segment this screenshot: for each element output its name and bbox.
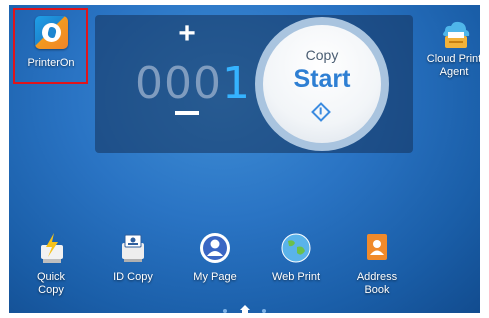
- printeron-app[interactable]: PrinterOn: [21, 16, 81, 70]
- quick-copy-label-line1: Quick: [36, 271, 66, 283]
- page-dot[interactable]: [223, 308, 228, 313]
- cloud-print-label-line2: Agent: [439, 66, 469, 78]
- address-book-icon: [367, 234, 387, 260]
- printeron-label: PrinterOn: [27, 57, 75, 69]
- page-indicator: [9, 302, 480, 313]
- address-book-app[interactable]: Address Book: [351, 231, 403, 297]
- id-copy-app[interactable]: ID Copy: [105, 231, 161, 284]
- my-page-app[interactable]: My Page: [187, 231, 243, 284]
- cloud-print-label-line1: Cloud Print: [426, 53, 480, 65]
- home-icon[interactable]: [239, 305, 250, 313]
- start-ring: Copy Start: [255, 17, 389, 151]
- web-print-icon: [281, 233, 311, 263]
- home-screen: PrinterOn Cloud Print Agent + 0001 Copy …: [9, 5, 480, 313]
- cloud-print-agent-app[interactable]: Cloud Print Agent: [421, 17, 480, 87]
- address-book-label-line1: Address: [356, 271, 398, 283]
- printeron-icon: [34, 16, 68, 49]
- page-dot[interactable]: [261, 308, 266, 313]
- copy-label: Copy: [305, 47, 339, 63]
- quick-copy-icon: [41, 233, 63, 263]
- my-page-label: My Page: [193, 271, 237, 283]
- copy-count-digit: 1: [221, 58, 251, 109]
- web-print-label: Web Print: [271, 271, 321, 283]
- copy-panel: + 0001 Copy Start: [95, 15, 413, 153]
- id-copy-label: ID Copy: [113, 271, 153, 283]
- decrease-button[interactable]: [175, 111, 199, 115]
- address-book-label-line2: Book: [364, 284, 390, 296]
- quick-copy-app[interactable]: Quick Copy: [25, 231, 77, 297]
- copy-start-button[interactable]: Copy Start: [263, 25, 381, 143]
- copy-count-zeros: 000: [135, 58, 222, 109]
- my-page-icon: [200, 233, 230, 263]
- web-print-app[interactable]: Web Print: [265, 231, 327, 284]
- copy-count: 0001: [135, 60, 251, 108]
- increase-button[interactable]: +: [175, 17, 199, 51]
- id-copy-icon: [122, 234, 144, 262]
- quick-copy-label-line2: Copy: [38, 284, 64, 296]
- start-label: Start: [293, 65, 351, 93]
- start-diamond-icon: [311, 102, 331, 122]
- cloud-print-icon: [443, 21, 470, 48]
